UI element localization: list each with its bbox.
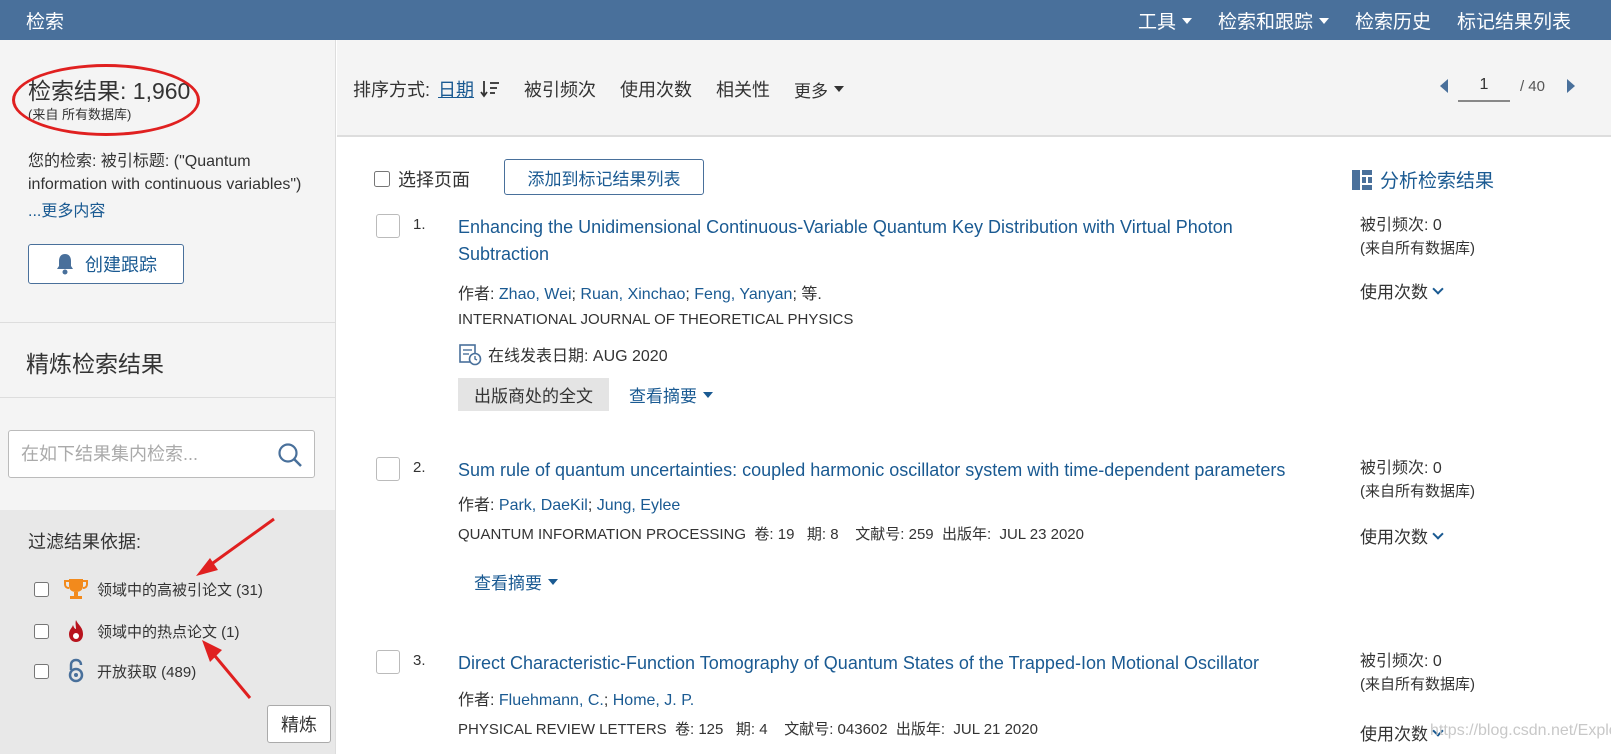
sort-by-relevance[interactable]: 相关性: [716, 76, 770, 102]
nav-search-history[interactable]: 检索历史: [1355, 7, 1431, 34]
record-number: 2.: [413, 459, 426, 476]
sort-bar: 排序方式: 日期 被引频次 使用次数 相关性 更多 / 40: [337, 40, 1611, 137]
filter-panel: 过滤结果依据: 领域中的高被引论文 (31) 领域中的热点论文 (1) 开放获取…: [0, 510, 335, 754]
chevron-down-icon: [1432, 527, 1444, 540]
usage-count-toggle[interactable]: 使用次数: [1360, 523, 1444, 548]
record-title[interactable]: Sum rule of quantum uncertainties: coupl…: [458, 457, 1358, 484]
record-number: 1.: [413, 216, 426, 233]
caret-down-icon: [834, 86, 845, 92]
refine-button[interactable]: 精炼: [267, 705, 331, 743]
more-content-link[interactable]: ...更多内容: [28, 197, 105, 221]
nav-marked-list[interactable]: 标记结果列表: [1457, 7, 1571, 34]
times-cited: 被引频次: 0 (来自所有数据库): [1360, 653, 1475, 693]
top-nav-bar: 检索 工具 检索和跟踪 检索历史 标记结果列表: [0, 0, 1611, 40]
filter-title: 过滤结果依据:: [28, 532, 142, 552]
sort-by-date[interactable]: 日期: [438, 76, 500, 102]
record-authors: 作者: Zhao, Wei; Ruan, Xinchao; Feng, Yany…: [458, 286, 822, 303]
record-journal-info: PHYSICAL REVIEW LETTERS 卷: 125 期: 4 文献号:…: [458, 721, 1038, 738]
caret-down-icon: [703, 391, 713, 398]
record-checkbox[interactable]: [376, 214, 400, 238]
author-link[interactable]: Home, J. P.: [613, 692, 695, 709]
divider: [0, 397, 335, 398]
author-link[interactable]: Fluehmann, C.: [499, 692, 604, 709]
nav-search-alerts[interactable]: 检索和跟踪: [1218, 7, 1329, 34]
annotation-ellipse: [12, 64, 200, 136]
your-search-query: 您的检索: 被引标题: ("Quantum information with c…: [28, 153, 302, 193]
filter-highly-cited-checkbox[interactable]: [34, 581, 49, 597]
filter-hot-papers-checkbox[interactable]: [34, 623, 49, 639]
author-link[interactable]: Jung, Eylee: [597, 497, 681, 514]
divider: [0, 322, 335, 323]
author-link[interactable]: Feng, Yanyan: [694, 286, 792, 303]
nav-tools[interactable]: 工具: [1138, 7, 1192, 34]
record-authors: 作者: Park, DaeKil; Jung, Eylee: [458, 497, 681, 514]
record-title[interactable]: Enhancing the Unidimensional Continuous-…: [458, 214, 1258, 268]
bell-icon: [57, 254, 73, 275]
sort-by-usage[interactable]: 使用次数: [620, 76, 692, 102]
create-alert-button[interactable]: 创建跟踪: [28, 244, 184, 284]
record-checkbox[interactable]: [376, 650, 400, 674]
sort-more[interactable]: 更多: [794, 77, 845, 102]
pagination: / 40: [1439, 70, 1575, 102]
sort-by-times-cited[interactable]: 被引频次: [524, 76, 596, 102]
page-total: / 40: [1519, 77, 1545, 95]
add-to-marked-list-button[interactable]: 添加到标记结果列表: [504, 159, 704, 195]
refine-results-title: 精炼检索结果: [26, 351, 164, 377]
record-journal-info: QUANTUM INFORMATION PROCESSING 卷: 19 期: …: [458, 526, 1084, 543]
watermark-text: https://blog.csdn.net/Explore_OuO: [1430, 722, 1611, 739]
record-title[interactable]: Direct Characteristic-Function Tomograph…: [458, 650, 1358, 677]
calendar-clock-icon: [459, 344, 482, 366]
times-cited: 被引频次: 0 (来自所有数据库): [1360, 217, 1475, 257]
record-online-date: 在线发表日期: AUG 2020: [458, 342, 668, 366]
record-number: 3.: [413, 652, 426, 669]
usage-count-toggle[interactable]: 使用次数: [1360, 278, 1444, 303]
previous-page-icon[interactable]: [1439, 79, 1448, 93]
record-authors: 作者: Fluehmann, C.; Home, J. P.: [458, 692, 695, 709]
filter-hot-papers[interactable]: 领域中的热点论文 (1): [34, 618, 240, 644]
record-journal: INTERNATIONAL JOURNAL OF THEORETICAL PHY…: [458, 311, 854, 328]
view-abstract-link[interactable]: 查看摘要: [629, 382, 713, 407]
chevron-down-icon: [1432, 282, 1444, 295]
times-cited: 被引频次: 0 (来自所有数据库): [1360, 460, 1475, 500]
top-nav: 工具 检索和跟踪 检索历史 标记结果列表: [1138, 7, 1571, 34]
caret-down-icon: [1181, 17, 1192, 24]
caret-down-icon: [548, 578, 558, 585]
next-page-icon[interactable]: [1567, 79, 1575, 93]
record-checkbox[interactable]: [376, 457, 400, 481]
sort-options: 排序方式: 日期 被引频次 使用次数 相关性 更多: [353, 76, 845, 102]
select-page-checkbox[interactable]: [374, 171, 390, 187]
select-page[interactable]: 选择页面: [374, 166, 470, 192]
caret-down-icon: [1318, 17, 1329, 24]
within-results-search: [8, 430, 315, 478]
fire-icon: [69, 620, 83, 642]
sort-descending-icon: [480, 81, 500, 98]
analyze-grid-icon: [1352, 169, 1372, 190]
filter-open-access-checkbox[interactable]: [34, 663, 49, 679]
page-number-input[interactable]: [1457, 70, 1510, 102]
within-results-search-input[interactable]: [21, 431, 271, 477]
page-title[interactable]: 检索: [26, 7, 64, 34]
filter-highly-cited[interactable]: 领域中的高被引论文 (31): [34, 577, 263, 601]
view-abstract-link[interactable]: 查看摘要: [474, 569, 558, 594]
author-link[interactable]: Park, DaeKil: [499, 497, 588, 514]
author-link[interactable]: Zhao, Wei: [499, 286, 572, 303]
trophy-icon: [64, 579, 88, 599]
left-sidebar: 检索结果: 1,960 (来自 所有数据库) 您的检索: 被引标题: ("Qua…: [0, 40, 336, 754]
author-link[interactable]: Ruan, Xinchao: [580, 286, 685, 303]
sort-label: 排序方式:: [353, 80, 431, 100]
analyze-results-link[interactable]: 分析检索结果: [1352, 166, 1494, 193]
open-access-icon: [68, 658, 84, 683]
publisher-fulltext-button[interactable]: 出版商处的全文: [458, 378, 609, 411]
search-icon[interactable]: [276, 441, 304, 469]
filter-open-access[interactable]: 开放获取 (489): [34, 658, 196, 684]
